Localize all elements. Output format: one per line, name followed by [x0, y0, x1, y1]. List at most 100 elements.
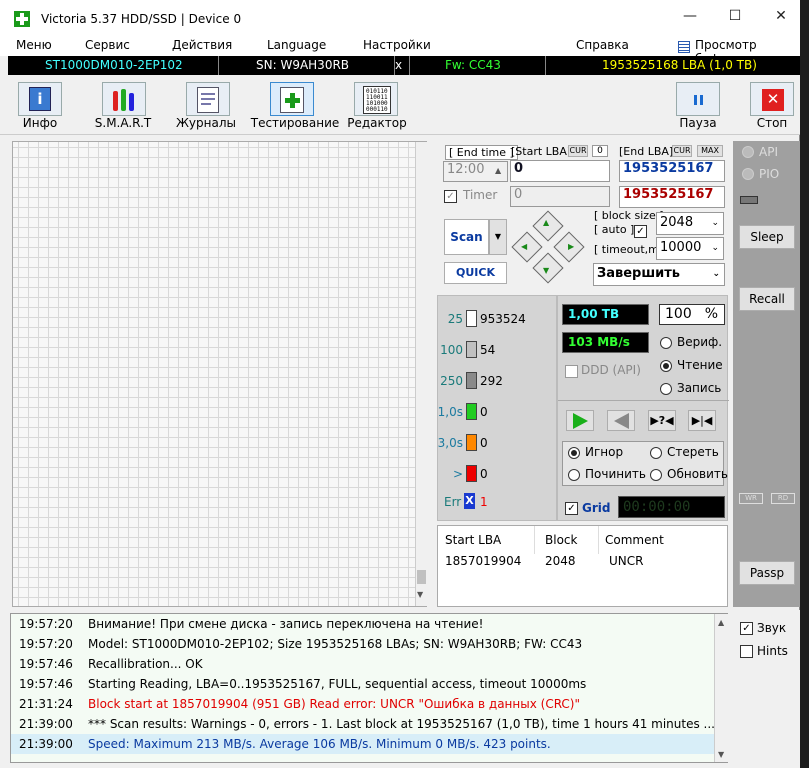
stat-color-swatch [466, 403, 477, 420]
log-time: 19:57:20 [19, 617, 73, 631]
timer-checkbox[interactable]: ✓ [444, 190, 457, 203]
rewind-button[interactable] [607, 410, 635, 431]
log-entry[interactable]: 21:31:24 Block start at 1857019904 (951 G… [19, 694, 719, 714]
write-radio[interactable] [660, 383, 672, 395]
pio-radio[interactable] [742, 168, 754, 180]
sleep-button[interactable]: Sleep [739, 225, 795, 249]
refresh-label: Обновить [667, 467, 728, 481]
editor-button[interactable]: 010110 110011 101000 000110 [354, 82, 398, 116]
scrollbar-thumb[interactable] [417, 570, 426, 584]
minimize-icon[interactable]: — [680, 8, 700, 30]
log-time: 21:39:00 [19, 717, 73, 731]
scan-button[interactable]: Scan [444, 219, 489, 255]
stop-button[interactable]: ✕ [750, 82, 794, 116]
block-size-select[interactable]: 2048 ⌄ [656, 212, 724, 235]
end-lba-label: [End LBA] [619, 145, 674, 158]
chevron-down-icon: ⌄ [711, 218, 719, 228]
recall-button[interactable]: Recall [739, 287, 795, 311]
arrow-right-icon[interactable]: ▶ [568, 242, 574, 251]
smart-button[interactable] [102, 82, 146, 116]
menu-item-language[interactable]: Language [267, 38, 326, 52]
log-entry[interactable]: 19:57:46 Recallibration... OK [19, 654, 719, 674]
direction-pad[interactable]: ▲ ◀ ▶ ▼ [511, 210, 585, 284]
menu-item-settings[interactable]: Настройки [363, 38, 431, 52]
scan-dropdown-icon[interactable]: ▼ [489, 219, 507, 255]
hints-checkbox[interactable] [740, 645, 753, 658]
scroll-up-icon[interactable]: ▲ [718, 618, 724, 627]
start-cur-button[interactable]: CUR [568, 145, 588, 157]
start-lba-input[interactable]: 0 [510, 160, 610, 182]
repair-radio[interactable] [568, 469, 580, 481]
scan-map-grid [12, 141, 427, 607]
timer-label: Timer [463, 188, 498, 202]
cell-block: 2048 [545, 554, 576, 568]
stop-icon: ✕ [762, 89, 784, 111]
block-size-label: [ block size ] [594, 209, 664, 222]
scan-map-scrollbar[interactable]: ▼ [415, 142, 427, 606]
close-icon[interactable]: ✕ [771, 8, 791, 30]
end-cur-button[interactable]: CUR [672, 145, 692, 157]
log-entry[interactable]: 21:39:00 *** Scan results: Warnings - 0, … [19, 714, 719, 734]
menu-item-actions[interactable]: Действия [172, 38, 232, 52]
info-button[interactable]: i [18, 82, 62, 116]
grid-checkbox[interactable]: ✓ [565, 502, 578, 515]
write-label: Запись [677, 381, 722, 395]
hints-label: Hints [757, 644, 788, 658]
auto-checkbox[interactable]: ✓ [634, 225, 647, 238]
device-serial: SN: W9AH30RB [256, 58, 350, 72]
quick-button[interactable]: QUICK [444, 262, 507, 284]
stat-threshold: 1,0s [437, 405, 463, 419]
log-message: Model: ST1000DM010-2EP102; Size 19535251… [88, 637, 583, 651]
timer-input[interactable]: 0 [510, 186, 610, 207]
title-bar: Victoria 5.37 HDD/SSD | Device 0 — ☐ ✕ [0, 0, 800, 38]
arrow-left-icon[interactable]: ◀ [521, 242, 527, 251]
pause-button[interactable] [676, 82, 720, 116]
menu-item-service[interactable]: Сервис [85, 38, 130, 52]
error-table: Start LBA Block Comment 1857019904 2048 … [437, 525, 728, 607]
end-lba-current: 1953525167 [619, 186, 725, 208]
verify-radio[interactable] [660, 337, 672, 349]
log-entry[interactable]: 19:57:20 Внимание! При смене диска - запи… [19, 614, 719, 634]
log-entry[interactable]: 21:39:00 Speed: Maximum 213 MB/s. Average… [11, 734, 714, 754]
passp-button[interactable]: Passp [739, 561, 795, 585]
menu-item-help[interactable]: Справка [576, 38, 629, 52]
start-cur-value: 0 [592, 145, 608, 157]
refresh-radio[interactable] [650, 469, 662, 481]
ddd-checkbox[interactable] [565, 365, 578, 378]
api-radio[interactable] [742, 146, 754, 158]
log-scrollbar[interactable]: ▲ ▼ [714, 614, 728, 762]
read-radio[interactable] [660, 360, 672, 372]
erase-label: Стереть [667, 445, 719, 459]
logs-button[interactable] [186, 82, 230, 116]
log-entry[interactable]: 19:57:20 Model: ST1000DM010-2EP102; Size … [19, 634, 719, 654]
timeout-select[interactable]: 10000 ⌄ [656, 237, 724, 260]
wr-indicator: WR [739, 493, 763, 504]
testing-button[interactable] [270, 82, 314, 116]
play-button[interactable] [566, 410, 594, 431]
goto-end-button[interactable]: ▶|◀ [688, 410, 716, 431]
skip-unknown-button[interactable]: ▶?◀ [648, 410, 676, 431]
end-lba-input[interactable]: 1953525167 [619, 160, 725, 182]
sound-checkbox[interactable]: ✓ [740, 622, 753, 635]
menu-item-menu[interactable]: Меню [16, 38, 52, 52]
progress-value: 100 [665, 306, 692, 322]
stat-count: 0 [480, 436, 488, 450]
chevron-down-icon: ⌄ [712, 269, 720, 279]
arrow-up-icon[interactable]: ▲ [543, 218, 549, 227]
stat-count: 292 [480, 374, 503, 388]
scroll-down-icon[interactable]: ▼ [417, 590, 423, 599]
end-time-label: [ End time ] [445, 145, 518, 160]
api-label: API [759, 145, 778, 159]
close-device-icon[interactable]: x [391, 58, 406, 72]
ignore-radio[interactable] [568, 447, 580, 459]
finish-action-select[interactable]: Завершить ⌄ [593, 263, 725, 286]
spin-icon[interactable]: ▲ [495, 166, 501, 175]
arrow-down-icon[interactable]: ▼ [543, 266, 549, 275]
end-max-button[interactable]: MAX [697, 145, 723, 157]
log-entry[interactable]: 19:57:46 Starting Reading, LBA=0..1953525… [19, 674, 719, 694]
erase-radio[interactable] [650, 447, 662, 459]
scroll-down-icon[interactable]: ▼ [718, 750, 724, 759]
info-label: Инфо [22, 116, 58, 130]
maximize-icon[interactable]: ☐ [725, 8, 745, 30]
device-model: ST1000DM010-2EP102 [45, 58, 183, 72]
